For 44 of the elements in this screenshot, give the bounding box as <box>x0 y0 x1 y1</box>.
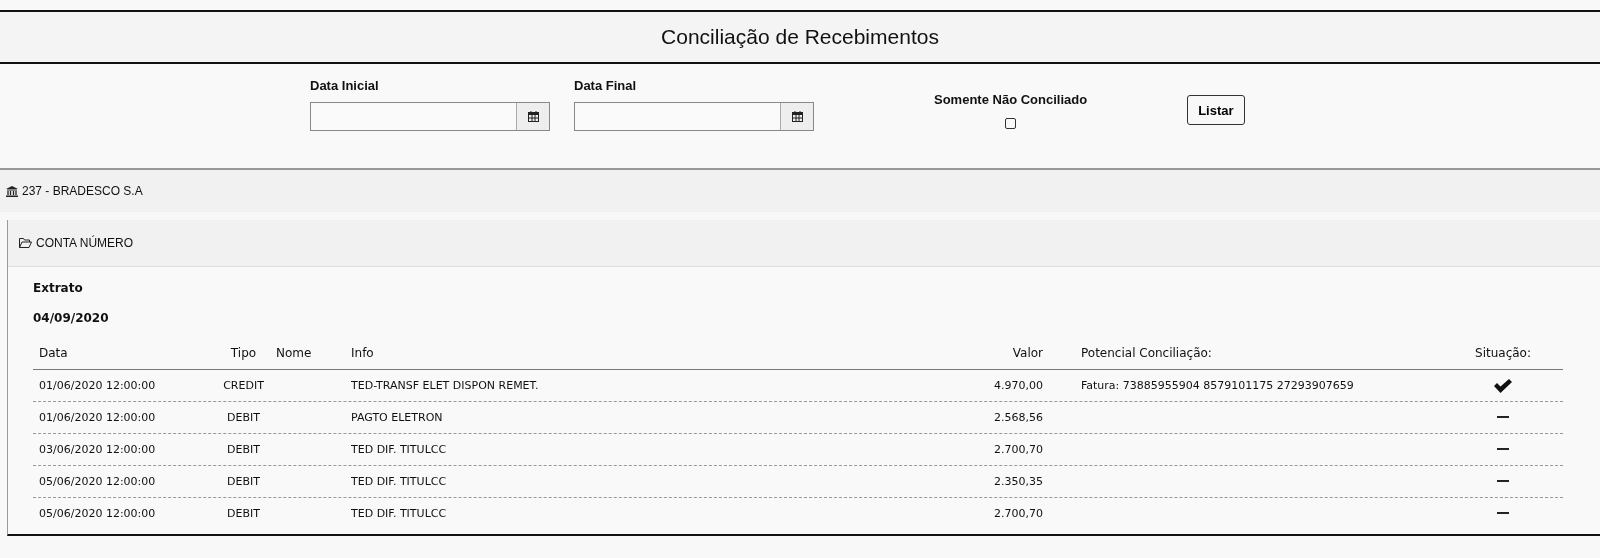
table-cell-text: 05/06/2020 12:00:00 <box>38 507 157 520</box>
page-title: Conciliação de Recebimentos <box>661 25 939 49</box>
bank-name: 237 - BRADESCO S.A <box>22 184 143 198</box>
table-cell-text: TED DIF. TITULCC <box>351 507 448 520</box>
table-cell-text: 2.350,35 <box>993 475 1043 488</box>
calendar-icon <box>791 111 803 122</box>
column-header: Info <box>351 346 375 360</box>
folder-icon <box>19 238 32 248</box>
section-title: Extrato <box>33 281 84 297</box>
checkbox-label: Somente Não Conciliado <box>934 92 1088 107</box>
column-header: Potencial Conciliação: <box>1080 346 1213 360</box>
table-cell-text: 01/06/2020 12:00:00 <box>38 411 157 424</box>
bank-icon <box>6 185 18 197</box>
column-header: Data <box>38 346 69 360</box>
account-title: CONTA NÚMERO <box>36 236 134 250</box>
statement-date: 04/09/2020 <box>33 311 110 327</box>
checkbox[interactable] <box>1005 118 1017 129</box>
table-cell-text: 03/06/2020 12:00:00 <box>38 443 157 456</box>
table-cell: Fatura: 73885955904 8579101175 27293907659 <box>1081 379 1354 392</box>
table-cell-text: DEBIT <box>226 475 261 488</box>
column-header: Nome <box>276 346 313 360</box>
table-cell-text: 2.700,70 <box>993 507 1043 520</box>
table-cell-text: PAGTO ELETRON <box>351 411 444 424</box>
table-cell-text: TED DIF. TITULCC <box>351 475 448 488</box>
table-cell-text: 05/06/2020 12:00:00 <box>38 475 157 488</box>
date-field[interactable] <box>574 102 814 131</box>
table-cell-text: 4.970,00 <box>993 379 1043 392</box>
field-label: Data Final <box>574 78 638 93</box>
table-cell-text: TED DIF. TITULCC <box>351 443 448 456</box>
table-cell-text: DEBIT <box>226 411 261 424</box>
field-label: Data Inicial <box>310 78 380 93</box>
column-header: Situação: <box>1474 346 1532 360</box>
table-cell-text: DEBIT <box>226 443 261 456</box>
table-cell-text: 01/06/2020 12:00:00 <box>38 379 157 392</box>
column-header: Valor <box>1011 346 1043 360</box>
column-header: Tipo <box>229 346 258 360</box>
list-button[interactable]: Listar <box>1187 95 1245 125</box>
date-field[interactable] <box>310 102 550 131</box>
table-cell-text: CREDIT <box>222 379 265 392</box>
table-cell-text: DEBIT <box>226 507 261 520</box>
table-cell-text: 2.568,56 <box>993 411 1043 424</box>
calendar-icon <box>527 111 539 122</box>
table-cell-text: TED-TRANSF ELET DISPON REMET. <box>351 379 540 392</box>
table-cell-text: 2.700,70 <box>993 443 1043 456</box>
